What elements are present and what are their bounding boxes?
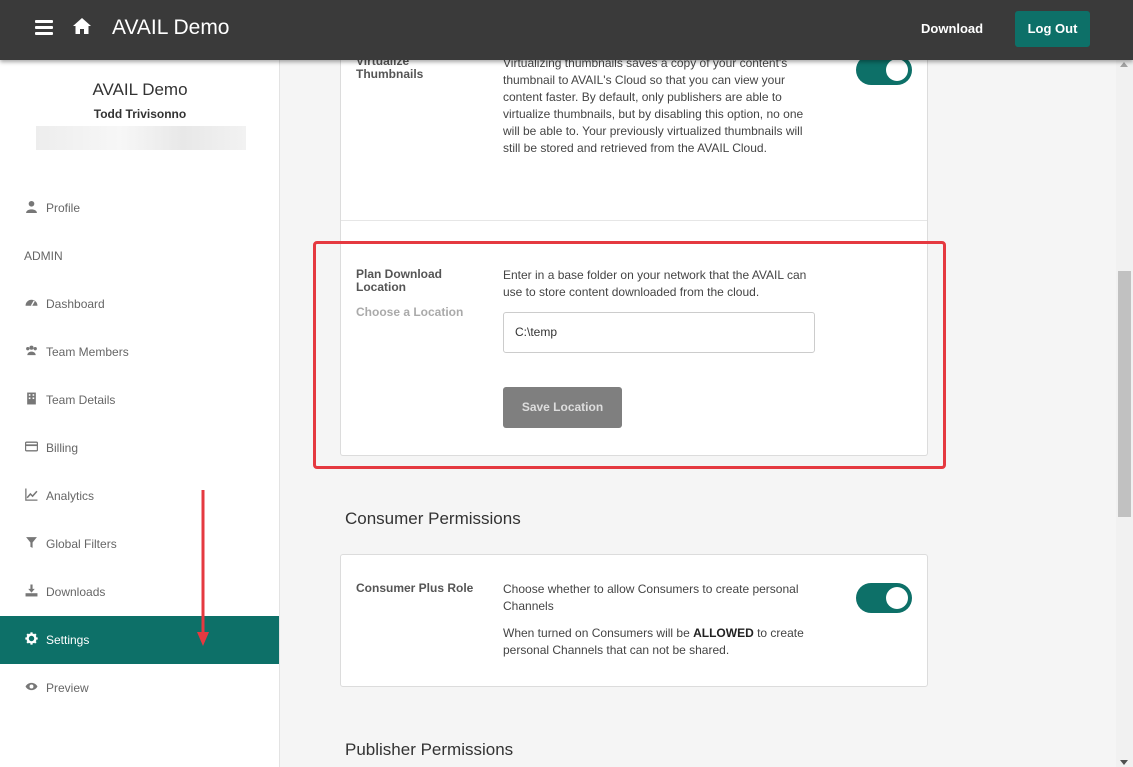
- sidebar-item-label: Profile: [46, 201, 81, 215]
- credit-card-icon: [25, 441, 38, 452]
- app-title: AVAIL Demo: [112, 16, 230, 39]
- download-icon: [25, 584, 38, 597]
- consumer-card: [340, 554, 928, 687]
- sidebar-item-dashboard[interactable]: Dashboard: [0, 280, 279, 328]
- line-chart-icon: [25, 488, 38, 501]
- filter-icon: [26, 537, 37, 548]
- sidebar-item-label: Dashboard: [46, 297, 105, 311]
- scroll-down-icon[interactable]: [1120, 760, 1128, 765]
- consumer-plus-label: Consumer Plus Role: [356, 581, 474, 595]
- dashboard-icon: [25, 299, 38, 307]
- publisher-permissions-heading: Publisher Permissions: [345, 740, 514, 759]
- consumer-plus-description: Choose whether to allow Consumers to cre…: [503, 582, 799, 613]
- sidebar-item-label: Billing: [46, 441, 79, 455]
- divider: [341, 220, 927, 221]
- sidebar-item-global-filters[interactable]: Global Filters: [0, 520, 279, 568]
- top-bar: AVAIL Demo Download Log Out: [0, 0, 1133, 60]
- eye-icon: [25, 682, 38, 691]
- sidebar-item-team-members[interactable]: Team Members: [0, 328, 279, 376]
- scrollbar[interactable]: [1116, 60, 1133, 767]
- scrollbar-thumb[interactable]: [1118, 271, 1131, 517]
- user-name: Todd Trivisonno: [93, 107, 187, 121]
- highlight-box: [313, 241, 946, 469]
- annotation-arrow: [197, 490, 209, 646]
- sidebar-item-downloads[interactable]: Downloads: [0, 568, 279, 616]
- org-name: AVAIL Demo: [92, 80, 188, 99]
- sidebar-item-settings[interactable]: Settings: [0, 616, 279, 664]
- building-icon: [27, 392, 36, 405]
- download-link[interactable]: Download: [921, 21, 983, 36]
- sidebar: AVAIL Demo Todd Trivisonno Profile ADMIN…: [0, 60, 280, 767]
- logout-button[interactable]: Log Out: [1015, 11, 1090, 47]
- consumer-plus-note: When turned on Consumers will be ALLOWED…: [503, 625, 823, 659]
- sidebar-item-profile[interactable]: Profile: [0, 184, 279, 232]
- sidebar-item-label: Settings: [46, 633, 90, 647]
- admin-heading: ADMIN: [24, 249, 63, 263]
- sidebar-item-label: Downloads: [46, 585, 106, 599]
- sidebar-item-label: Global Filters: [46, 537, 117, 551]
- sidebar-item-analytics[interactable]: Analytics: [0, 472, 279, 520]
- gear-icon: [25, 632, 38, 645]
- consumer-plus-toggle[interactable]: [856, 583, 912, 613]
- toggle-knob: [886, 59, 908, 81]
- sidebar-item-billing[interactable]: Billing: [0, 424, 279, 472]
- user-icon: [26, 200, 37, 213]
- scroll-up-icon[interactable]: [1120, 62, 1128, 67]
- sidebar-item-label: Team Members: [46, 345, 129, 359]
- users-icon: [26, 345, 37, 356]
- sidebar-item-label: Team Details: [46, 393, 116, 407]
- sidebar-item-label: Preview: [46, 681, 89, 695]
- sidebar-item-preview[interactable]: Preview: [0, 664, 279, 712]
- note-bold: ALLOWED: [693, 626, 754, 640]
- redacted-email: [36, 126, 246, 150]
- sidebar-item-team-details[interactable]: Team Details: [0, 376, 279, 424]
- virtualize-description: Virtualizing thumbnails saves a copy of …: [503, 56, 804, 155]
- home-icon[interactable]: [72, 17, 92, 40]
- hamburger-icon[interactable]: [35, 20, 53, 35]
- note-prefix: When turned on Consumers will be: [503, 626, 694, 640]
- consumer-permissions-heading: Consumer Permissions: [345, 509, 521, 528]
- sidebar-item-label: Analytics: [46, 489, 95, 503]
- toggle-knob: [886, 587, 908, 609]
